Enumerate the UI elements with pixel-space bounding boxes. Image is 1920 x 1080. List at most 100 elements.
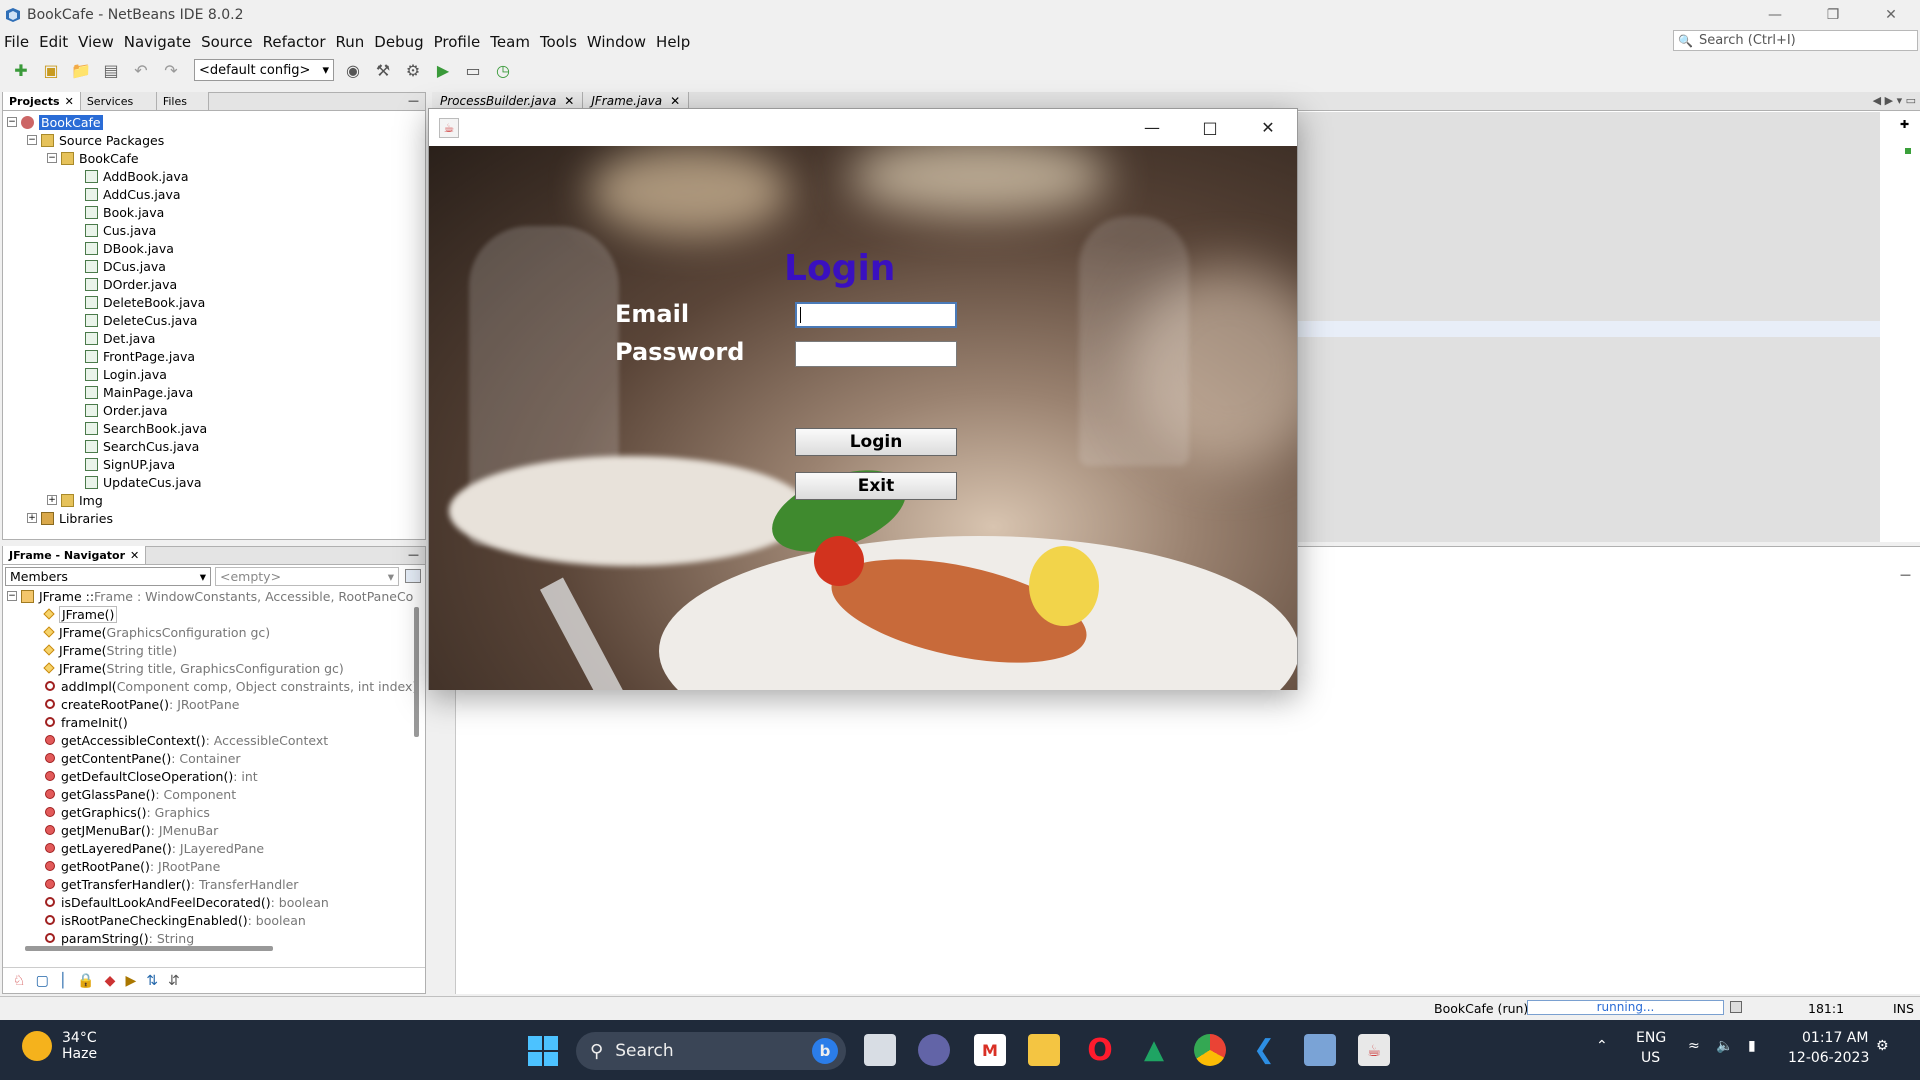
navigator-member[interactable]: getJMenuBar() : JMenuBar — [45, 821, 425, 839]
build-icon[interactable]: ⚒ — [372, 59, 394, 81]
exit-button[interactable]: Exit — [795, 472, 957, 500]
collapse-icon[interactable]: − — [7, 591, 17, 601]
tab-files[interactable]: Files — [156, 92, 209, 110]
expand-icon[interactable]: + — [47, 495, 57, 505]
task-view-icon[interactable] — [864, 1034, 896, 1066]
tree-node-file[interactable]: UpdateCus.java — [3, 473, 425, 491]
inheritance-icon[interactable]: ♘ — [13, 973, 26, 989]
clean-build-icon[interactable]: ⚙ — [402, 59, 424, 81]
non-public-icon[interactable]: 🔒 — [77, 973, 94, 989]
close-icon[interactable]: ✕ — [564, 94, 574, 108]
navigator-member[interactable]: getRootPane() : JRootPane — [45, 857, 425, 875]
file-explorer-icon[interactable] — [1028, 1034, 1060, 1066]
volume-icon[interactable]: 🔈 — [1716, 1038, 1733, 1054]
opera-icon[interactable]: O — [1084, 1033, 1116, 1068]
tree-node-file[interactable]: DeleteCus.java — [3, 311, 425, 329]
restore-button[interactable]: ❐ — [1804, 0, 1862, 30]
config-select[interactable]: <default config> ▾ — [194, 59, 334, 81]
navigator-member[interactable]: getTransferHandler() : TransferHandler — [45, 875, 425, 893]
fields-icon[interactable]: ▢ — [36, 973, 49, 989]
show-hidden-icons[interactable]: ⌃ — [1596, 1038, 1608, 1054]
minimize-button[interactable]: — — [1746, 0, 1804, 30]
gmail-icon[interactable]: M — [974, 1034, 1006, 1066]
tree-node-file[interactable]: FrontPage.java — [3, 347, 425, 365]
navigator-member[interactable]: paramString() : String — [45, 929, 425, 947]
sort-by-name-icon[interactable]: ⇵ — [168, 973, 180, 989]
quick-search-input[interactable]: 🔍 Search (Ctrl+I) — [1673, 30, 1918, 51]
minimize-pane-icon[interactable]: — — [408, 548, 419, 561]
navigator-member[interactable]: getContentPane() : Container — [45, 749, 425, 767]
bing-icon[interactable]: b — [812, 1038, 838, 1064]
tree-node-libraries[interactable]: + Libraries — [3, 509, 425, 527]
menu-edit[interactable]: Edit — [39, 33, 68, 51]
horizontal-scrollbar[interactable] — [25, 946, 273, 951]
tree-node-file[interactable]: Det.java — [3, 329, 425, 347]
tree-node-file[interactable]: MainPage.java — [3, 383, 425, 401]
clock-date[interactable]: 12-06-2023 — [1788, 1050, 1869, 1066]
tree-node-file[interactable]: AddCus.java — [3, 185, 425, 203]
navigator-member[interactable]: getAccessibleContext() : AccessibleConte… — [45, 731, 425, 749]
static-icon[interactable]: │ — [59, 973, 67, 989]
tree-node-package[interactable]: − BookCafe — [3, 149, 425, 167]
tree-node-img[interactable]: + Img — [3, 491, 425, 509]
menu-help[interactable]: Help — [656, 33, 690, 51]
collapse-icon[interactable]: − — [47, 153, 57, 163]
tree-node-file[interactable]: DeleteBook.java — [3, 293, 425, 311]
run-icon[interactable]: ▶ — [432, 59, 454, 81]
tree-node-project[interactable]: − BookCafe — [3, 113, 425, 131]
sort-by-source-icon[interactable]: ⇅ — [146, 973, 158, 989]
java-taskbar-icon[interactable]: ☕ — [1358, 1034, 1390, 1066]
tree-node-file[interactable]: DOrder.java — [3, 275, 425, 293]
navigator-member[interactable]: JFrame(GraphicsConfiguration gc) — [43, 623, 425, 641]
navigator-member[interactable]: isRootPaneCheckingEnabled() : boolean — [45, 911, 425, 929]
debug-icon[interactable]: ▭ — [462, 59, 484, 81]
password-field[interactable] — [795, 341, 957, 367]
tree-node-file[interactable]: SignUP.java — [3, 455, 425, 473]
login-maximize-button[interactable]: □ — [1181, 109, 1239, 146]
navigator-member[interactable]: frameInit() — [45, 713, 425, 731]
save-all-icon[interactable]: ▤ — [100, 59, 122, 81]
new-file-icon[interactable]: ✚ — [10, 59, 32, 81]
taskbar-search[interactable]: ⚲ Search b — [576, 1032, 846, 1070]
collapse-icon[interactable]: − — [7, 117, 17, 127]
menu-run[interactable]: Run — [336, 33, 365, 51]
start-button[interactable] — [528, 1036, 558, 1066]
menu-tools[interactable]: Tools — [540, 33, 577, 51]
navigator-member[interactable]: getDefaultCloseOperation() : int — [45, 767, 425, 785]
login-close-button[interactable]: ✕ — [1239, 109, 1297, 146]
minimize-pane-icon[interactable]: — — [408, 94, 419, 107]
vertical-scrollbar[interactable] — [414, 607, 419, 737]
navigator-member[interactable]: JFrame(String title, GraphicsConfigurati… — [43, 659, 425, 677]
tab-projects[interactable]: Projects ✕ — [3, 92, 81, 110]
new-project-icon[interactable]: ▣ — [40, 59, 62, 81]
running-task-label[interactable]: BookCafe (run) — [1434, 1001, 1528, 1016]
open-project-icon[interactable]: 📁 — [70, 59, 92, 81]
tree-node-file[interactable]: Cus.java — [3, 221, 425, 239]
tree-node-file[interactable]: Login.java — [3, 365, 425, 383]
navigator-member[interactable]: getGlassPane() : Component — [45, 785, 425, 803]
navigator-member[interactable]: createRootPane() : JRootPane — [45, 695, 425, 713]
inner-classes-icon[interactable]: ◆ — [105, 973, 116, 989]
navigator-member[interactable]: isDefaultLookAndFeelDecorated() : boolea… — [45, 893, 425, 911]
editor-tab-controls[interactable]: ◀ ▶ ▾ ▭ — [1873, 94, 1916, 107]
maximize-editor-icon[interactable]: ✚ — [1900, 118, 1909, 131]
undo-icon[interactable]: ↶ — [130, 59, 152, 81]
tab-services[interactable]: Services — [80, 92, 157, 110]
profile-icon[interactable]: ◷ — [492, 59, 514, 81]
login-minimize-button[interactable]: — — [1123, 109, 1181, 146]
close-icon[interactable]: ✕ — [670, 94, 680, 108]
netbeans-taskbar-icon[interactable] — [1304, 1034, 1336, 1066]
notifications-icon[interactable]: ⚙ — [1876, 1038, 1889, 1054]
menu-team[interactable]: Team — [490, 33, 530, 51]
menu-file[interactable]: File — [4, 33, 29, 51]
language-us[interactable]: US — [1641, 1050, 1660, 1066]
tree-node-file[interactable]: SearchCus.java — [3, 437, 425, 455]
output-minimize-icon[interactable]: — — [1900, 568, 1911, 581]
collapse-icon[interactable]: − — [27, 135, 37, 145]
wifi-icon[interactable]: ≈ — [1688, 1038, 1700, 1054]
vscode-icon[interactable]: ❮ — [1248, 1034, 1280, 1066]
menu-source[interactable]: Source — [201, 33, 253, 51]
tab-navigator[interactable]: JFrame - Navigator ✕ — [3, 546, 147, 564]
tree-node-file[interactable]: Book.java — [3, 203, 425, 221]
language-eng[interactable]: ENG — [1636, 1030, 1666, 1046]
